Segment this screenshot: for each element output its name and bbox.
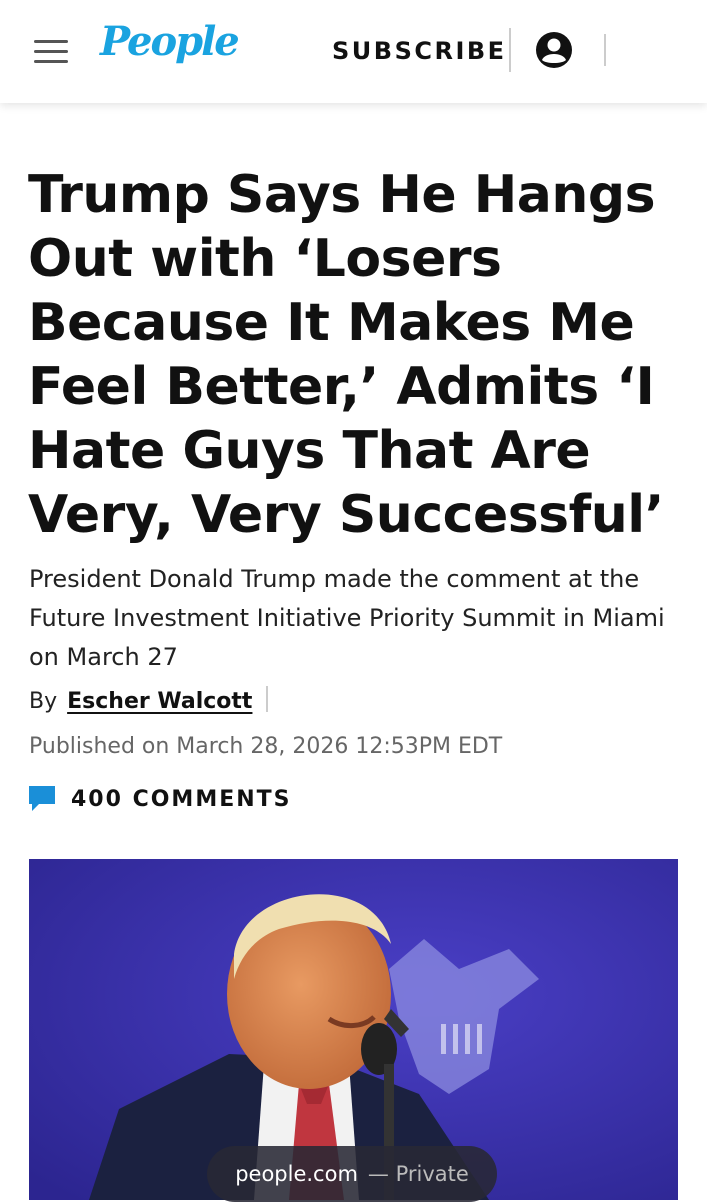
browser-address-pill[interactable]: people.com — Private — [207, 1146, 497, 1202]
comments-count-label: 400 COMMENTS — [71, 786, 292, 812]
hamburger-menu-icon[interactable] — [34, 40, 68, 64]
browser-private-label: — Private — [367, 1162, 469, 1186]
byline-divider — [266, 686, 269, 712]
comments-link[interactable]: 400 COMMENTS — [29, 786, 292, 812]
byline-prefix: By — [29, 689, 58, 714]
published-date: Published on March 28, 2026 12:53PM EDT — [29, 734, 503, 759]
site-header: People SUBSCRIBE — [0, 0, 707, 103]
comment-bubble-icon — [29, 786, 55, 811]
account-circle-icon[interactable] — [535, 31, 573, 69]
browser-domain: people.com — [235, 1162, 358, 1186]
byline: By Escher Walcott — [29, 686, 269, 714]
header-divider — [509, 28, 511, 72]
article-dek: President Donald Trump made the comment … — [29, 565, 665, 671]
subscribe-button[interactable]: SUBSCRIBE — [332, 37, 507, 65]
people-logo[interactable]: People — [100, 22, 240, 62]
header-divider — [604, 34, 606, 66]
author-link[interactable]: Escher Walcott — [67, 689, 252, 714]
article-headline: Trump Says He Hangs Out with ‘Losers Bec… — [28, 165, 664, 545]
